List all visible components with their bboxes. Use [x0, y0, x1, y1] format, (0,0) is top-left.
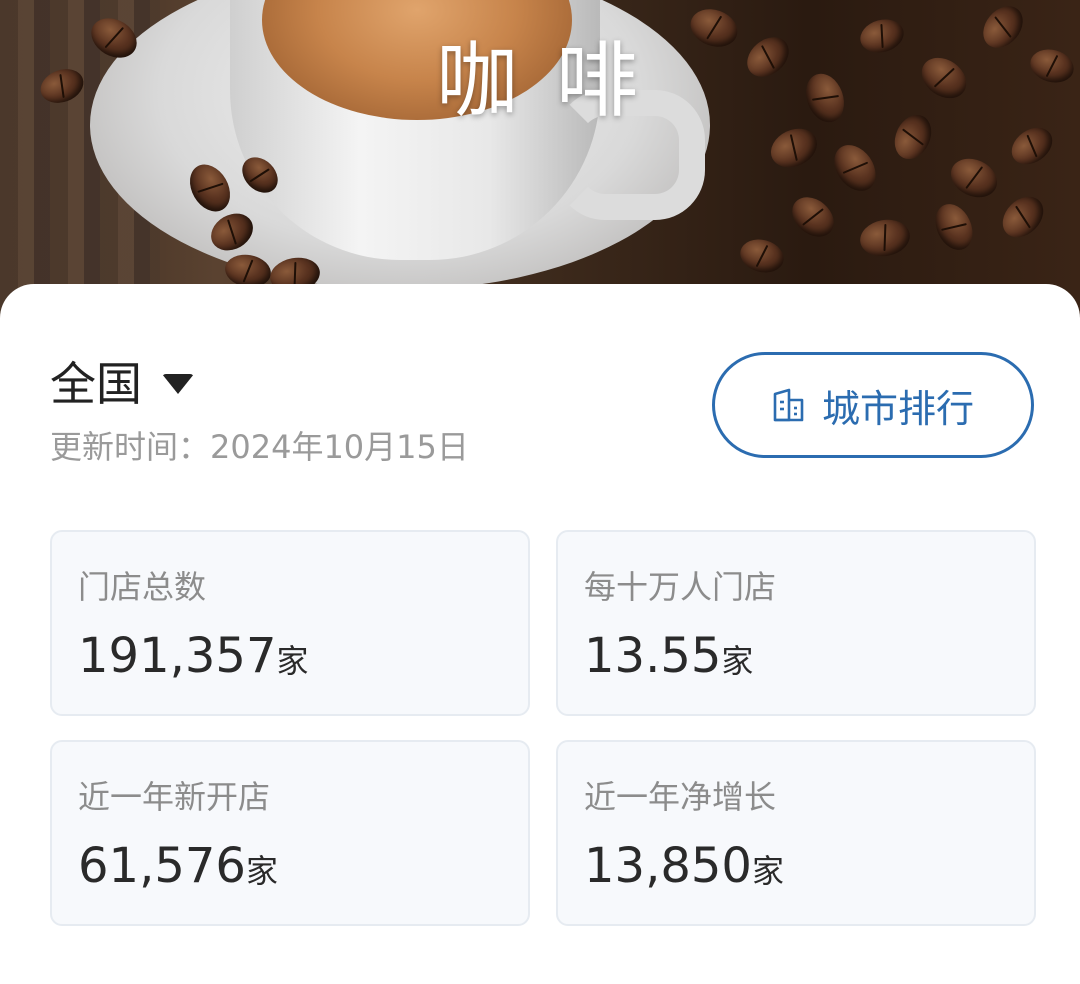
stat-number: 61,576	[78, 838, 246, 894]
coffee-bean	[825, 137, 885, 199]
stat-card-new-stores: 近一年新开店 61,576家	[50, 740, 530, 926]
city-rank-label: 城市排行	[821, 386, 974, 431]
stat-label: 近一年新开店	[78, 778, 271, 816]
stat-unit: 家	[751, 852, 784, 890]
stat-value: 191,357家	[78, 628, 309, 684]
stat-number: 13.55	[584, 628, 722, 684]
stat-label: 每十万人门店	[584, 568, 777, 606]
stat-card-per-100k: 每十万人门店 13.55家	[556, 530, 1036, 716]
page-title: 咖 啡	[435, 34, 645, 129]
stat-label: 近一年净增长	[584, 778, 777, 816]
stat-unit: 家	[276, 642, 309, 680]
stat-number: 191,357	[78, 628, 277, 684]
stat-card-total-stores: 门店总数 191,357家	[50, 530, 530, 716]
update-time: 更新时间：2024年10月15日	[50, 428, 469, 466]
stat-value: 13.55家	[584, 628, 753, 684]
stat-number: 13,850	[584, 838, 752, 894]
stat-label: 门店总数	[78, 568, 207, 606]
stat-card-net-growth: 近一年净增长 13,850家	[556, 740, 1036, 926]
city-rank-button[interactable]: 城市排行	[712, 352, 1034, 458]
stat-unit: 家	[721, 642, 754, 680]
stat-value: 61,576家	[78, 838, 278, 894]
coffee-bean	[928, 198, 980, 256]
region-selector[interactable]: 全国	[50, 348, 194, 414]
coffee-bean	[736, 234, 788, 278]
coffee-bean	[857, 215, 913, 261]
coffee-bean	[784, 189, 842, 245]
stat-unit: 家	[245, 852, 278, 890]
coffee-bean	[944, 151, 1004, 205]
building-icon	[773, 388, 804, 422]
coffee-bean	[994, 188, 1052, 246]
region-label: 全国	[50, 357, 142, 411]
stat-value: 13,850家	[584, 838, 784, 894]
hero-banner: 咖 啡	[0, 0, 1080, 330]
caret-down-icon	[162, 374, 194, 394]
